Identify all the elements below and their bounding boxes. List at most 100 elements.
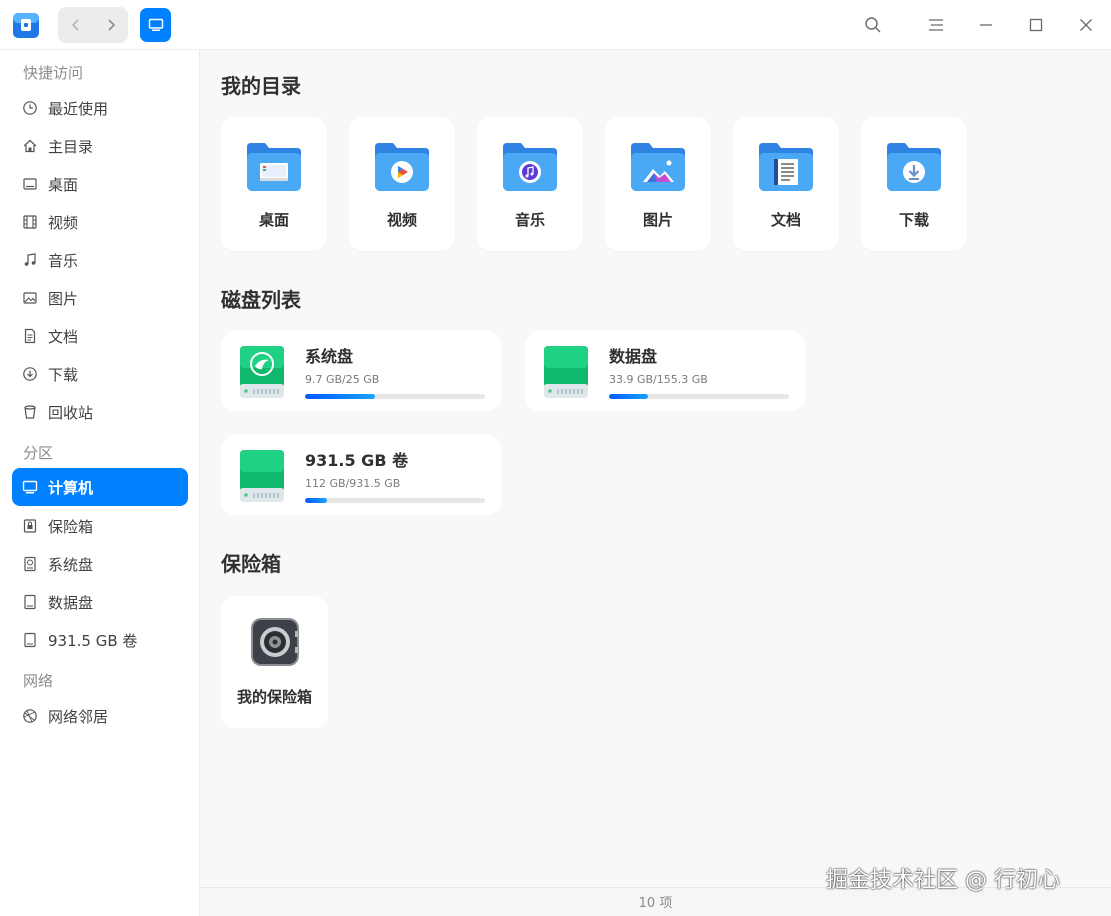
sidebar-item-volume[interactable]: 931.5 GB 卷 bbox=[12, 621, 188, 659]
computer-icon bbox=[22, 479, 38, 495]
system-disk-icon bbox=[240, 346, 284, 398]
search-icon bbox=[865, 17, 881, 33]
sidebar-item-label: 931.5 GB 卷 bbox=[48, 631, 138, 650]
sidebar-item-label: 主目录 bbox=[48, 137, 94, 156]
sidebar-item-label: 最近使用 bbox=[48, 99, 109, 118]
sidebar-item-downloads[interactable]: 下载 bbox=[12, 355, 188, 393]
disk-name: 数据盘 bbox=[609, 347, 658, 366]
sidebar-group-network: 网络 bbox=[23, 672, 54, 690]
sidebar-item-system-disk[interactable]: 系统盘 bbox=[12, 545, 188, 583]
image-icon bbox=[22, 290, 38, 306]
forward-icon bbox=[107, 19, 115, 31]
dir-tile-pictures[interactable]: 图片 bbox=[605, 117, 711, 251]
sidebar-item-label: 回收站 bbox=[48, 403, 94, 422]
disk-usage-bar bbox=[609, 394, 789, 399]
section-title-disk-list: 磁盘列表 bbox=[221, 288, 301, 312]
folder-download-icon bbox=[887, 143, 941, 191]
disk-card-system[interactable]: 系统盘 9.7 GB/25 GB bbox=[221, 331, 501, 411]
sidebar-group-partitions: 分区 bbox=[23, 444, 54, 462]
safe-tile-label: 我的保险箱 bbox=[236, 688, 312, 706]
document-icon bbox=[22, 328, 38, 344]
sidebar-item-videos[interactable]: 视频 bbox=[12, 203, 188, 241]
sidebar-group-quick-access: 快捷访问 bbox=[23, 64, 84, 82]
volume-disk-icon bbox=[240, 450, 284, 502]
section-title-my-directories: 我的目录 bbox=[221, 74, 301, 98]
disk-card-data[interactable]: 数据盘 33.9 GB/155.3 GB bbox=[525, 331, 805, 411]
sidebar-item-label: 网络邻居 bbox=[48, 707, 109, 726]
file-manager-app-icon bbox=[13, 13, 39, 38]
title-bar bbox=[0, 0, 1111, 50]
folder-desktop-icon bbox=[247, 143, 301, 191]
folder-documents-icon bbox=[759, 143, 813, 191]
disk-icon bbox=[22, 632, 38, 648]
dir-tile-downloads[interactable]: 下载 bbox=[861, 117, 967, 251]
back-button[interactable] bbox=[58, 7, 93, 43]
disk-usage-fill bbox=[305, 394, 375, 399]
disk-icon bbox=[22, 556, 38, 572]
maximize-button[interactable] bbox=[1024, 13, 1048, 37]
sidebar-item-safe[interactable]: 保险箱 bbox=[12, 507, 188, 545]
dir-tile-label: 文档 bbox=[770, 211, 801, 229]
vault-icon bbox=[251, 618, 299, 666]
sidebar-item-trash[interactable]: 回收站 bbox=[12, 393, 188, 431]
minimize-icon bbox=[980, 24, 992, 26]
safe-icon bbox=[22, 518, 38, 534]
sidebar-item-home[interactable]: 主目录 bbox=[12, 127, 188, 165]
dir-tile-videos[interactable]: 视频 bbox=[349, 117, 455, 251]
sidebar-item-label: 音乐 bbox=[48, 251, 79, 270]
sidebar-item-label: 系统盘 bbox=[48, 555, 94, 574]
disk-name: 931.5 GB 卷 bbox=[305, 451, 409, 470]
sidebar-item-music[interactable]: 音乐 bbox=[12, 241, 188, 279]
data-disk-icon bbox=[544, 346, 588, 398]
folder-music-icon bbox=[503, 143, 557, 191]
disk-usage-text: 9.7 GB/25 GB bbox=[305, 373, 380, 386]
sidebar-item-recent[interactable]: 最近使用 bbox=[12, 89, 188, 127]
sidebar-item-network-neighborhood[interactable]: 网络邻居 bbox=[12, 697, 188, 735]
menu-button[interactable] bbox=[924, 13, 948, 37]
sidebar-item-pictures[interactable]: 图片 bbox=[12, 279, 188, 317]
dir-tile-music[interactable]: 音乐 bbox=[477, 117, 583, 251]
sidebar: 快捷访问 最近使用 主目录 桌面 视频 音乐 图片 文档 下载 回收站 分区 计… bbox=[0, 50, 200, 916]
folder-pictures-icon bbox=[631, 143, 685, 191]
trash-icon bbox=[22, 404, 38, 420]
sidebar-item-computer[interactable]: 计算机 bbox=[12, 468, 188, 506]
disk-usage-text: 112 GB/931.5 GB bbox=[305, 477, 401, 490]
clock-icon bbox=[22, 100, 38, 116]
minimize-button[interactable] bbox=[974, 13, 998, 37]
item-count: 10 项 bbox=[638, 896, 673, 911]
sidebar-item-label: 桌面 bbox=[48, 175, 79, 194]
disk-usage-fill bbox=[609, 394, 649, 399]
breadcrumb-computer[interactable] bbox=[140, 8, 171, 42]
disk-usage-bar bbox=[305, 498, 485, 503]
menu-icon bbox=[929, 19, 943, 31]
sidebar-item-data-disk[interactable]: 数据盘 bbox=[12, 583, 188, 621]
navigation-buttons bbox=[58, 7, 128, 43]
sidebar-item-label: 下载 bbox=[48, 365, 79, 384]
film-icon bbox=[22, 214, 38, 230]
music-icon bbox=[22, 252, 38, 268]
dir-tile-desktop[interactable]: 桌面 bbox=[221, 117, 327, 251]
dir-tile-label: 下载 bbox=[898, 211, 929, 229]
disk-name: 系统盘 bbox=[305, 347, 354, 366]
dir-tile-label: 桌面 bbox=[258, 211, 289, 229]
dir-tile-documents[interactable]: 文档 bbox=[733, 117, 839, 251]
disk-usage-bar bbox=[305, 394, 485, 399]
main-content: 我的目录 桌面 视频 音乐 图片 文档 下载 磁盘列表 系统盘 9.7 GB/2… bbox=[200, 50, 1111, 887]
sidebar-item-documents[interactable]: 文档 bbox=[12, 317, 188, 355]
folder-video-icon bbox=[375, 143, 429, 191]
sidebar-item-label: 数据盘 bbox=[48, 593, 94, 612]
download-icon bbox=[22, 366, 38, 382]
sidebar-item-label: 图片 bbox=[48, 289, 79, 308]
sidebar-item-label: 视频 bbox=[48, 213, 79, 232]
disk-icon bbox=[22, 594, 38, 610]
safe-tile-my-safe[interactable]: 我的保险箱 bbox=[221, 596, 328, 728]
network-icon bbox=[22, 708, 38, 724]
computer-icon bbox=[148, 18, 163, 31]
forward-button[interactable] bbox=[93, 7, 128, 43]
sidebar-item-label: 保险箱 bbox=[48, 517, 94, 536]
search-button[interactable] bbox=[861, 13, 885, 37]
close-button[interactable] bbox=[1074, 13, 1098, 37]
home-icon bbox=[22, 138, 38, 154]
disk-card-volume[interactable]: 931.5 GB 卷 112 GB/931.5 GB bbox=[221, 435, 501, 515]
sidebar-item-desktop[interactable]: 桌面 bbox=[12, 165, 188, 203]
